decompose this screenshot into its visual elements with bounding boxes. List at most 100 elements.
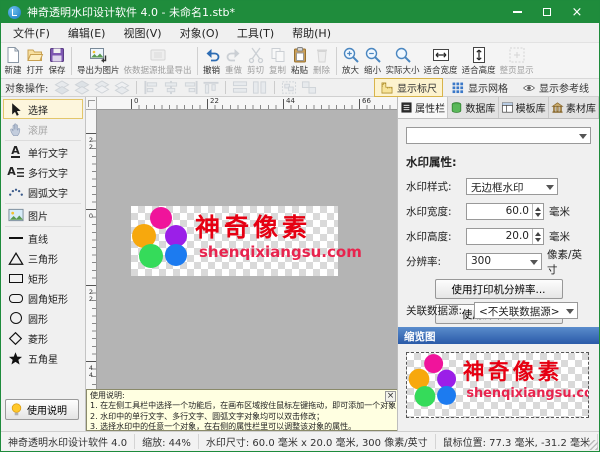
fit-height-button[interactable]: 适合高度	[460, 44, 498, 78]
circle-icon	[10, 312, 22, 324]
open-folder-icon	[26, 46, 44, 64]
chevron-down-icon	[530, 260, 538, 269]
style-row: 水印样式: 无边框水印	[406, 174, 591, 199]
save-icon	[48, 46, 66, 64]
tool-single-line-text[interactable]: A 单行文字	[3, 142, 83, 162]
stepper-arrows-icon[interactable]	[532, 204, 543, 219]
tab-materials[interactable]: 素材库	[549, 97, 599, 118]
design-canvas[interactable]: 神奇像素 shenqixiangsu.com	[97, 110, 397, 431]
batch-export-icon	[149, 46, 167, 64]
undo-button[interactable]: 撤销	[201, 44, 223, 78]
tooltip-close-icon[interactable]: ×	[385, 391, 396, 402]
object-selector-dropdown[interactable]	[406, 127, 591, 144]
tool-circle[interactable]: 圆形	[3, 308, 83, 328]
resize-grip[interactable]	[588, 440, 598, 450]
width-row: 水印宽度: 60.0 毫米	[406, 199, 591, 224]
status-mouse-position: 鼠标位置: 77.3 毫米, -31.2 毫米	[436, 434, 598, 449]
object-operations-bar: 对象操作: 显示标尺 显示网格 显示参考线	[1, 79, 599, 97]
maximize-button[interactable]	[532, 1, 562, 23]
menu-view[interactable]: 视图(V)	[114, 23, 170, 43]
actual-size-button[interactable]: 实际大小	[384, 44, 422, 78]
new-button[interactable]: 新建	[2, 44, 24, 78]
logo-circle-green	[415, 386, 436, 407]
logo-title-text: 神奇像素	[195, 208, 311, 244]
height-stepper[interactable]: 20.0	[466, 228, 544, 245]
chevron-down-icon	[579, 134, 587, 143]
tooltip-title: 使用说明:	[90, 391, 394, 401]
ruler-origin-corner	[86, 97, 97, 110]
logo-domain-text: shenqixiangsu.com	[466, 385, 589, 400]
tool-picture[interactable]: 图片	[3, 205, 83, 225]
menu-file[interactable]: 文件(F)	[4, 23, 59, 43]
show-ruler-toggle[interactable]: 显示标尺	[374, 78, 443, 97]
show-guides-toggle[interactable]: 显示参考线	[516, 78, 595, 97]
stepper-arrows-icon[interactable]	[532, 229, 543, 244]
menu-tools[interactable]: 工具(T)	[228, 23, 283, 43]
delete-trash-icon	[313, 46, 331, 64]
datasource-row: 关联数据源: <不关联数据源>	[406, 302, 595, 319]
status-zoom-level: 缩放: 44%	[135, 434, 199, 449]
save-button[interactable]: 保存	[46, 44, 68, 78]
tool-select[interactable]: 选择	[3, 99, 83, 119]
datasource-dropdown[interactable]: <不关联数据源>	[474, 302, 578, 319]
rectangle-icon	[9, 274, 23, 283]
tool-diamond[interactable]: 菱形	[3, 328, 83, 348]
zoom-out-button[interactable]: 缩小	[362, 44, 384, 78]
open-button[interactable]: 打开	[24, 44, 46, 78]
thumbnail-preview[interactable]: 神奇像素 shenqixiangsu.com	[406, 352, 589, 418]
tool-arc-text[interactable]: 圆弧文字	[3, 182, 83, 202]
usage-tooltip: 使用说明: 1. 在左侧工具栏中选择一个功能后，在画布区域按住鼠标左键拖动，即可…	[86, 389, 398, 431]
tool-star[interactable]: 五角星	[3, 348, 83, 368]
group-icon	[280, 80, 298, 95]
same-width-icon	[231, 80, 249, 95]
properties-list-icon	[400, 101, 413, 114]
multi-line-text-icon: A	[7, 167, 16, 177]
paste-button[interactable]: 粘贴	[289, 44, 311, 78]
fit-width-button[interactable]: 适合宽度	[422, 44, 460, 78]
properties-body: 水印属性: 水印样式: 无边框水印 水印宽度: 60.0 毫米	[398, 119, 599, 324]
copy-icon	[269, 46, 287, 64]
use-printer-resolution-button[interactable]: 使用打印机分辨率...	[435, 279, 563, 299]
app-window: 神奇透明水印设计软件 4.0 - 未命名1.stb* × 文件(F) 编辑(E)…	[0, 0, 600, 452]
menu-edit[interactable]: 编辑(E)	[59, 23, 115, 43]
rounded-rectangle-icon	[9, 294, 23, 303]
copy-button: 复制	[267, 44, 289, 78]
menu-object[interactable]: 对象(O)	[171, 23, 228, 43]
minimize-button[interactable]	[502, 1, 532, 23]
triangle-icon	[7, 250, 24, 267]
paste-clipboard-icon	[291, 46, 309, 64]
vertical-ruler: 22 0 22 44	[86, 110, 97, 431]
title-bar: 神奇透明水印设计软件 4.0 - 未命名1.stb* ×	[1, 1, 599, 23]
fit-width-icon	[432, 46, 450, 64]
watermark-object[interactable]: 神奇像素 shenqixiangsu.com	[131, 206, 338, 276]
batch-export-button: 依数据源批量导出	[122, 44, 194, 78]
ungroup-icon	[300, 80, 318, 95]
single-line-text-icon: A	[11, 146, 20, 158]
main-area: 选择 滚屏 A 单行文字 A 多行文字 圆弧文字 图片	[1, 97, 599, 431]
close-button[interactable]: ×	[562, 1, 592, 23]
panel-tabs: 属性栏 数据库 模板库 素材库	[398, 97, 599, 119]
material-bank-icon	[551, 101, 564, 114]
menu-help[interactable]: 帮助(H)	[283, 23, 340, 43]
help-button[interactable]: 使用说明	[5, 399, 79, 420]
tool-line[interactable]: 直线	[3, 228, 83, 248]
tool-rounded-rectangle[interactable]: 圆角矩形	[3, 288, 83, 308]
status-bar: 神奇透明水印设计软件 4.0 缩放: 44% 水印尺寸: 60.0 毫米 x 2…	[1, 431, 599, 451]
width-stepper[interactable]: 60.0	[466, 203, 544, 220]
tab-properties[interactable]: 属性栏	[398, 97, 448, 118]
undo-icon	[203, 46, 221, 64]
right-panel: 属性栏 数据库 模板库 素材库	[397, 97, 599, 431]
resolution-dropdown[interactable]: 300	[466, 253, 542, 270]
export-image-button[interactable]: 导出为图片	[75, 44, 122, 78]
tool-multi-line-text[interactable]: A 多行文字	[3, 162, 83, 182]
show-grid-toggle[interactable]: 显示网格	[445, 78, 514, 97]
tab-templates[interactable]: 模板库	[499, 97, 549, 118]
zoom-in-button[interactable]: 放大	[340, 44, 362, 78]
cut-scissors-icon	[247, 46, 265, 64]
logo-title-text: 神奇像素	[463, 355, 563, 386]
style-dropdown[interactable]: 无边框水印	[466, 178, 558, 195]
tool-rectangle[interactable]: 矩形	[3, 268, 83, 288]
new-file-icon	[4, 46, 22, 64]
tab-database[interactable]: 数据库	[448, 97, 498, 118]
tool-triangle[interactable]: 三角形	[3, 248, 83, 268]
